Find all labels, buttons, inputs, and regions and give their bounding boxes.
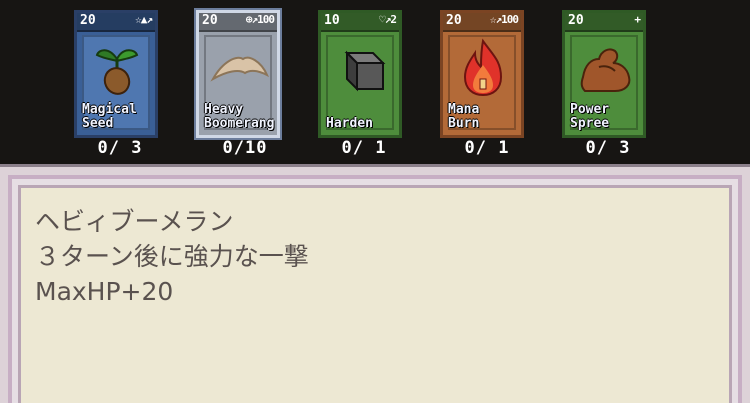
card-name: Harden [326,116,373,131]
card-name: Magical Seed [82,102,137,131]
card-name: Mana Burn [448,102,480,131]
card-count: 0/ 3 [97,138,143,158]
card-heavy-boomerang[interactable]: 20 ⊕↗100 Heavy Boomerang [196,10,280,138]
card-header: 20 + [565,13,643,32]
card-header: 20 ⊕↗100 [199,13,277,32]
card-effect-icons: ♡↗2 [379,13,397,26]
description-bonus: MaxHP+20 [35,277,174,306]
card-header: 20 ☆↗100 [443,13,521,32]
card-count: 0/ 3 [585,138,631,158]
card-name: Power Spree [570,102,610,131]
card-magical-seed[interactable]: 20 ☆▲↗ Magical Seed [74,10,158,138]
arm-icon [580,48,631,92]
boomerang-icon [210,56,269,82]
card-harden[interactable]: 10 ♡↗2 Harden [318,10,402,138]
card-cost: 20 [202,13,218,28]
card-header: 20 ☆▲↗ [77,13,155,32]
card-name: Heavy Boomerang [204,102,275,131]
cube-icon [344,50,386,92]
description-effect: ３ターン後に強力な一撃 [35,242,309,271]
flame-icon [463,38,503,97]
panel-border: ヘビィブーメラン ３ターン後に強力な一撃 MaxHP+20 [8,175,742,403]
card-description: ヘビィブーメラン ３ターン後に強力な一撃 MaxHP+20 [35,204,309,309]
card-count: 0/ 1 [464,138,510,158]
panel-body: ヘビィブーメラン ３ターン後に強力な一撃 MaxHP+20 [18,185,732,403]
card-effect-icons: ☆↗100 [489,13,519,26]
description-title: ヘビィブーメラン [35,207,234,236]
card-mana-burn[interactable]: 20 ☆↗100 Mana Burn [440,10,524,138]
description-panel: ヘビィブーメラン ３ターン後に強力な一撃 MaxHP+20 [0,164,750,403]
card-cost: 10 [324,13,340,28]
card-effect-icons: ⊕↗100 [245,13,275,26]
card-power-spree[interactable]: 20 + Power Spree [562,10,646,138]
game-screen: 20 ☆▲↗ Magical Seed 0/ 3 20 ⊕↗100 Heavy … [0,0,750,403]
card-effect-icons: + [634,13,641,26]
card-count: 0/ 1 [341,138,387,158]
card-count: 0/10 [222,138,268,158]
card-cost: 20 [80,13,96,28]
card-effect-icons: ☆▲↗ [135,13,153,26]
seed-icon [95,49,139,95]
card-cost: 20 [446,13,462,28]
card-row: 20 ☆▲↗ Magical Seed 0/ 3 20 ⊕↗100 Heavy … [0,0,750,160]
card-header: 10 ♡↗2 [321,13,399,32]
card-cost: 20 [568,13,584,28]
